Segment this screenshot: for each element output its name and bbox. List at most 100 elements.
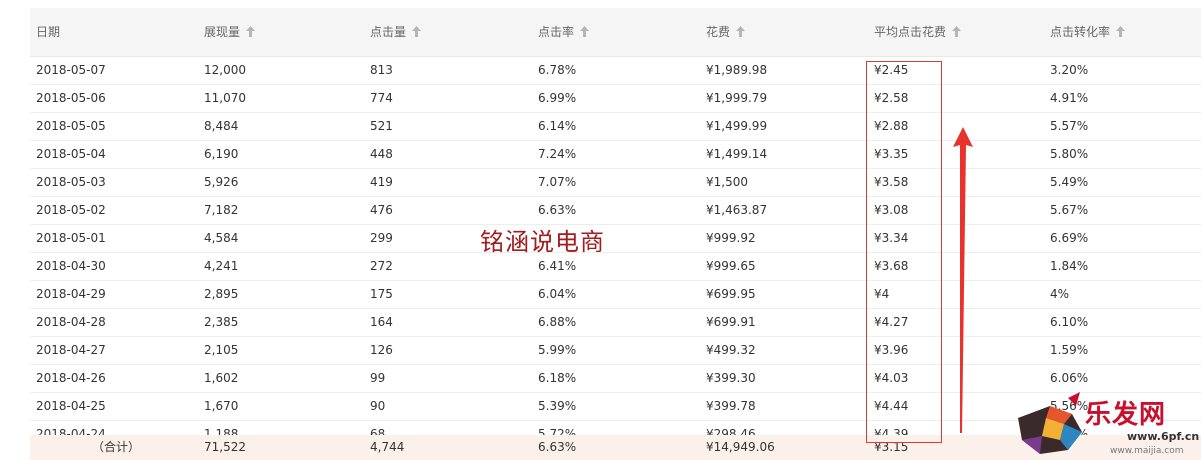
cell-date: 2018-05-01 [36,231,106,245]
cell-impressions: 6,190 [204,147,239,161]
cell-conversion-rate: 4.91% [1050,91,1089,105]
cell-clicks: 521 [370,119,393,133]
cell-clicks: 126 [370,343,393,357]
header-label: 点击率 [538,25,575,39]
sort-arrow-icon[interactable] [1116,26,1126,37]
cell-conversion-rate: 5.80% [1050,147,1089,161]
table-row: 2018-04-29 2,895 175 6.04% ¥699.95 ¥4 4% [30,281,1201,309]
cell-ctr: 6.88% [538,315,577,329]
cell-cost: ¥1,499.99 [706,119,768,133]
header-label: 日期 [36,25,61,39]
cell-conversion-rate: 1.59% [1050,343,1089,357]
cell-date: 2018-05-03 [36,175,106,189]
cell-cost: ¥399.30 [706,371,756,385]
cell-date: 2018-04-27 [36,343,106,357]
cell-impressions: 4,241 [204,259,239,273]
cell-impressions: 7,182 [204,203,239,217]
table-row: 2018-04-30 4,241 272 6.41% ¥999.65 ¥3.68 1.84% [30,253,1201,281]
header-cost[interactable]: 花费 [706,8,746,56]
total-cost: ¥14,949.06 [706,440,775,454]
cell-conversion-rate: 5.67% [1050,203,1089,217]
cell-ctr: 6.78% [538,63,577,77]
up-arrow-icon [953,127,973,433]
cell-ctr: 6.41% [538,259,577,273]
cell-date: 2018-04-28 [36,315,106,329]
cell-ctr: 5.39% [538,399,577,413]
table-header: 日期 展现量 点击量 点击率 花费 平均点击花费 点击转化率 [30,8,1201,57]
cell-date: 2018-05-02 [36,203,106,217]
cell-cost: ¥999.92 [706,231,756,245]
table-row: 2018-05-06 11,070 774 6.99% ¥1,999.79 ¥2.58 4.… [30,85,1201,113]
header-label: 平均点击花费 [874,25,947,39]
cell-ctr: 7.07% [538,175,577,189]
cell-clicks: 164 [370,315,393,329]
table-row: 2018-04-27 2,105 126 5.99% ¥499.32 ¥3.96 1.59% [30,337,1201,365]
sort-arrow-icon[interactable] [412,26,422,37]
header-label: 花费 [706,25,731,39]
header-label: 点击量 [370,25,407,39]
cell-conversion-rate: 3.20% [1050,63,1089,77]
header-impressions[interactable]: 展现量 [204,8,256,56]
cell-cost: ¥699.95 [706,287,756,301]
table-row: 2018-05-04 6,190 448 7.24% ¥1,499.14 ¥3.35 5.8… [30,141,1201,169]
cell-cost: ¥1,499.14 [706,147,768,161]
logo-text: 乐发网 [1085,400,1167,430]
sort-arrow-icon[interactable] [736,26,746,37]
cell-date: 2018-04-29 [36,287,106,301]
cell-clicks: 175 [370,287,393,301]
total-date: （合计） [92,440,141,454]
cell-cost: ¥1,999.79 [706,91,768,105]
cell-impressions: 2,105 [204,343,239,357]
watermark-text: 铭涵说电商 [480,228,605,256]
cell-conversion-rate: 6.69% [1050,231,1089,245]
cell-conversion-rate: 5.49% [1050,175,1089,189]
cell-date: 2018-05-06 [36,91,106,105]
cell-ctr: 6.14% [538,119,577,133]
cell-ctr: 6.04% [538,287,577,301]
cell-ctr: 6.99% [538,91,577,105]
cell-clicks: 476 [370,203,393,217]
cell-impressions: 1,670 [204,399,239,413]
cell-impressions: 8,484 [204,119,239,133]
logo-url-secondary: www.maijia.com [1110,446,1184,456]
cell-date: 2018-05-04 [36,147,106,161]
cell-cost: ¥499.32 [706,343,756,357]
cell-impressions: 12,000 [204,63,246,77]
cell-cost: ¥699.91 [706,315,756,329]
cell-conversion-rate: 4% [1050,287,1070,301]
table-row: 2018-05-07 12,000 813 6.78% ¥1,989.98 ¥2.45 3.… [30,57,1201,85]
logo-url: www.6pf.cn [1127,430,1200,443]
cell-clicks: 99 [370,371,386,385]
cell-date: 2018-04-26 [36,371,106,385]
sort-arrow-icon[interactable] [246,26,256,37]
header-avg-cpc[interactable]: 平均点击花费 [874,8,962,56]
cell-impressions: 11,070 [204,91,246,105]
highlight-box [866,61,942,443]
header-clicks[interactable]: 点击量 [370,8,422,56]
cell-cost: ¥1,989.98 [706,63,768,77]
header-date: 日期 [36,8,60,56]
cell-clicks: 299 [370,231,393,245]
cell-date: 2018-05-07 [36,63,106,77]
header-label: 展现量 [204,25,241,39]
table-row: 2018-05-01 4,584 299 ¥999.92 ¥3.34 6.69% [30,225,1201,253]
sort-arrow-icon[interactable] [952,26,962,37]
cell-ctr: 5.99% [538,343,577,357]
header-conversion-rate[interactable]: 点击转化率 [1050,8,1126,56]
sort-arrow-icon[interactable] [580,26,590,37]
cell-ctr: 7.24% [538,147,577,161]
cell-date: 2018-04-25 [36,399,106,413]
table-row: 2018-05-05 8,484 521 6.14% ¥1,499.99 ¥2.88 5.5… [30,113,1201,141]
total-impressions: 71,522 [204,440,246,454]
table-row: 2018-05-02 7,182 476 6.63% ¥1,463.87 ¥3.08 5.6… [30,197,1201,225]
cell-impressions: 4,584 [204,231,239,245]
header-ctr[interactable]: 点击率 [538,8,590,56]
cell-cost: ¥1,463.87 [706,203,768,217]
table-row: 2018-04-28 2,385 164 6.88% ¥699.91 ¥4.27 6.10% [30,309,1201,337]
cell-impressions: 2,385 [204,315,239,329]
cell-conversion-rate: 1.84% [1050,259,1089,273]
total-ctr: 6.63% [538,440,577,454]
cell-clicks: 813 [370,63,393,77]
cell-clicks: 90 [370,399,386,413]
cell-date: 2018-04-30 [36,259,106,273]
